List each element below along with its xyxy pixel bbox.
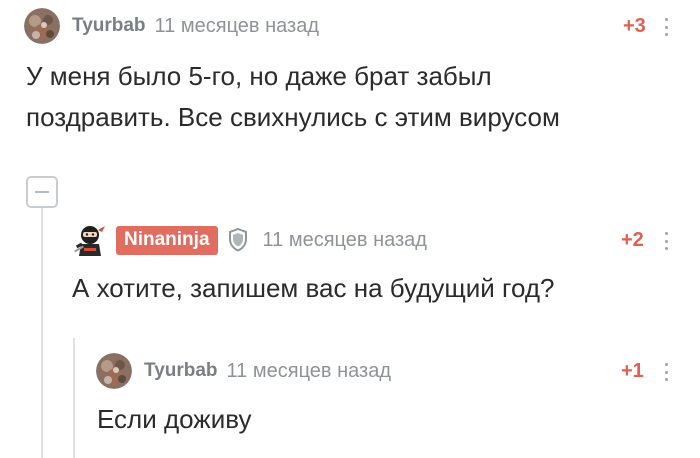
vertical-dots-icon[interactable] xyxy=(664,18,668,36)
thread-line[interactable] xyxy=(73,338,75,458)
comment-text-line: У меня было 5-го, но даже брат забыл xyxy=(26,61,492,91)
comment-text: Если доживу xyxy=(97,404,252,434)
minus-square-icon xyxy=(35,191,49,193)
comment-rating: +3 xyxy=(623,15,646,37)
username[interactable]: Tyurbab xyxy=(72,15,146,37)
avatar[interactable] xyxy=(24,8,60,44)
comment-rating: +2 xyxy=(621,229,644,251)
collapse-thread-button[interactable] xyxy=(26,176,58,208)
comment-time[interactable]: 11 месяцев назад xyxy=(155,15,319,38)
avatar[interactable] xyxy=(96,353,132,389)
avatar[interactable] xyxy=(72,222,108,258)
comment-header: Tyurbab 11 месяцев назад xyxy=(24,8,319,44)
thread-line[interactable] xyxy=(41,208,43,458)
comment-time[interactable]: 11 месяцев назад xyxy=(227,360,391,383)
vertical-dots-icon[interactable] xyxy=(664,363,668,381)
comment-header: Tyurbab 11 месяцев назад xyxy=(96,353,391,389)
comment-header: Ninaninja 11 месяцев назад xyxy=(72,222,427,258)
username[interactable]: Tyurbab xyxy=(144,360,218,382)
comment-rating: +1 xyxy=(621,360,644,382)
comment-time[interactable]: 11 месяцев назад xyxy=(263,229,427,252)
username-badge[interactable]: Ninaninja xyxy=(116,225,218,255)
comment-text-line: поздравить. Все свихнулись с этим вирусо… xyxy=(26,102,560,132)
vertical-dots-icon[interactable] xyxy=(664,232,668,250)
shield-icon xyxy=(227,227,249,253)
comment-text: А хотите, запишем вас на будущий год? xyxy=(72,273,555,303)
